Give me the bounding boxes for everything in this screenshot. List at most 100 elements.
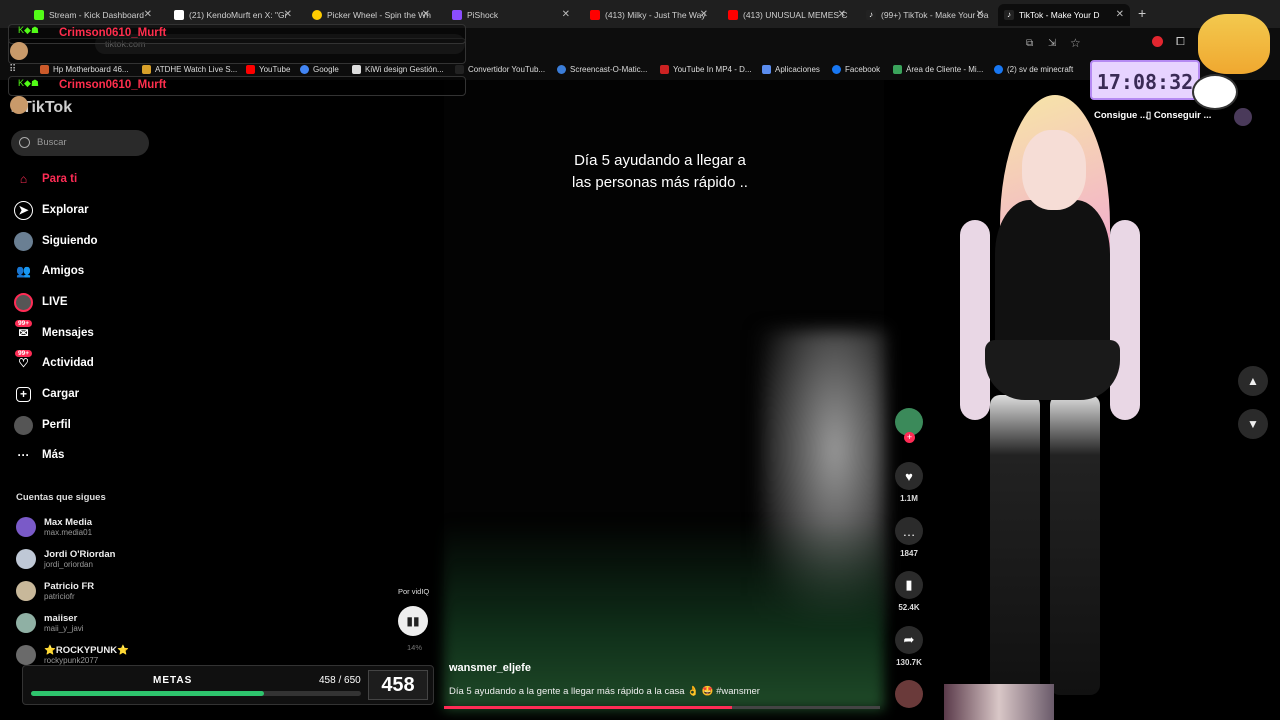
new-tab-icon[interactable]: +	[1138, 5, 1146, 21]
close-tab-icon[interactable]: ✕	[1116, 9, 1124, 20]
nav-mas[interactable]: ··· Más	[14, 444, 65, 466]
tab-youtube-milky[interactable]: (413) Milky - Just The Way ✕	[584, 4, 714, 26]
wheel-icon	[312, 10, 322, 20]
nav-label: Actividad	[42, 357, 94, 369]
nav-siguiendo[interactable]: Siguiendo	[14, 230, 98, 252]
tab-pishock[interactable]: PiShock ✕	[446, 4, 576, 26]
tab-label: (21) KendoMurft en X: "Gr	[189, 10, 288, 20]
nav-explorar[interactable]: ➤ Explorar	[14, 199, 89, 221]
bookmark-label: Facebook	[845, 65, 881, 74]
close-tab-icon[interactable]: ✕	[700, 9, 708, 20]
tab-label: TikTok - Make Your D	[1019, 10, 1100, 20]
account-name: ⭐ROCKYPUNK⭐	[44, 645, 129, 656]
avatar	[16, 517, 36, 537]
video-author[interactable]: wansmer_eljefe	[449, 662, 531, 674]
sound-avatar-button[interactable]	[895, 680, 923, 708]
comment-button[interactable]: … 1847	[895, 517, 923, 558]
close-tab-icon[interactable]: ✕	[422, 9, 430, 20]
video-description: Día 5 ayudando a la gente a llegar más r…	[449, 686, 760, 697]
bookmark-item[interactable]: Google	[300, 65, 339, 74]
nav-cargar[interactable]: + Cargar	[14, 383, 79, 405]
video-progress-bar[interactable]	[444, 706, 880, 709]
followed-account[interactable]: maiiser maii_y_javi	[16, 613, 84, 633]
x-icon	[174, 10, 184, 20]
nav-para-ti[interactable]: ⌂ Para ti	[14, 168, 77, 190]
like-button[interactable]: ♥ 1.1M	[895, 462, 923, 503]
search-icon	[19, 137, 30, 148]
nav-label: Cargar	[42, 388, 80, 400]
apps-grid-icon[interactable]: ⠿	[9, 64, 16, 75]
get-app-button[interactable]: ▯ Conseguir ...	[1146, 110, 1211, 121]
chevron-down-icon: ▼	[1247, 417, 1259, 431]
button-label: Conseguir ...	[1153, 110, 1212, 121]
tab-tiktok-99[interactable]: ♪ (99+) TikTok - Make Your Da ✕	[860, 4, 990, 26]
share-button[interactable]: ➦ 130.7K	[895, 626, 923, 667]
next-video-button[interactable]: ▼	[1238, 409, 1268, 439]
bookmark-label: Área de Cliente - Mi...	[906, 65, 984, 74]
close-tab-icon[interactable]: ✕	[838, 9, 846, 20]
nav-mensajes[interactable]: ✉ 99+ Mensajes	[14, 319, 94, 344]
followed-account[interactable]: Patricio FR patriciofr	[16, 581, 94, 601]
creator-avatar-button[interactable]: +	[895, 408, 923, 443]
user-avatar[interactable]	[1234, 108, 1252, 126]
following-icon	[14, 231, 33, 251]
nav-live[interactable]: LIVE	[14, 291, 68, 313]
tab-x-kendomurft[interactable]: (21) KendoMurft en X: "Gr ✕	[168, 4, 298, 26]
tab-picker-wheel[interactable]: Picker Wheel - Spin the Wh ✕	[306, 4, 436, 26]
bookmark-label: Aplicaciones	[775, 65, 820, 74]
account-name: Jordi O'Riordan	[44, 549, 116, 560]
install-icon[interactable]: ⇲	[1048, 38, 1056, 49]
bookmark-item[interactable]: Área de Cliente - Mi...	[893, 65, 983, 74]
more-icon: ···	[17, 448, 30, 462]
site-icon	[455, 65, 464, 74]
close-tab-icon[interactable]: ✕	[284, 9, 292, 20]
notification-badge: 99+	[15, 319, 33, 327]
vidiq-stats-button[interactable]: ▮▮	[398, 606, 428, 636]
extensions-puzzle-icon[interactable]: ⧠	[1176, 36, 1185, 49]
followed-account[interactable]: Max Media max.media01	[16, 517, 92, 537]
save-button[interactable]: ▮ 52.4K	[895, 571, 923, 612]
nav-amigos[interactable]: 👥 Amigos	[14, 260, 84, 282]
goal-progress-fill	[31, 691, 264, 696]
nav-perfil[interactable]: Perfil	[14, 414, 71, 436]
tab-tiktok-active[interactable]: ♪ TikTok - Make Your D ✕	[998, 4, 1130, 26]
goal-widget: METAS 458 / 650 458	[22, 665, 434, 705]
get-coins-button[interactable]: Consigue ...	[1094, 110, 1148, 121]
bookmark-item[interactable]: KiWi design Gestión...	[352, 65, 444, 74]
tab-youtube-memes[interactable]: (413) UNUSUAL MEMES C ✕	[722, 4, 852, 26]
bookmark-item[interactable]: Convertidor YouTub...	[455, 65, 545, 74]
follow-plus-icon[interactable]: +	[904, 432, 915, 443]
nav-actividad[interactable]: ♡ 99+ Actividad	[14, 349, 94, 374]
tab-label: Stream - Kick Dashboard	[49, 10, 144, 20]
bookmark-item[interactable]: (2) sv de minecraft	[994, 65, 1073, 74]
followed-account[interactable]: ⭐ROCKYPUNK⭐ rockypunk2077	[16, 645, 129, 665]
upload-icon: +	[16, 386, 31, 402]
bookmark-item[interactable]: YouTube	[246, 65, 290, 74]
vtuber-arm	[960, 220, 990, 420]
bookmark-item[interactable]: Facebook	[832, 65, 880, 74]
profile-icon	[14, 415, 33, 435]
bookmark-item[interactable]: Hp Motherboard 46...	[40, 65, 129, 74]
bookmark-icon: ▮	[895, 571, 923, 599]
extension-icon[interactable]	[1152, 36, 1163, 47]
search-input[interactable]: Buscar	[11, 130, 149, 156]
followed-account[interactable]: Jordi O'Riordan jordi_oriordan	[16, 549, 115, 569]
bookmark-item[interactable]: YouTube In MP4 - D...	[660, 65, 752, 74]
bookmark-item[interactable]: Aplicaciones	[762, 65, 820, 74]
close-tab-icon[interactable]: ✕	[562, 9, 570, 20]
close-tab-icon[interactable]: ✕	[144, 9, 152, 20]
username-text: Crimson0610_Murft	[59, 79, 167, 91]
tab-kick-dashboard[interactable]: Stream - Kick Dashboard ✕	[28, 4, 158, 26]
close-tab-icon[interactable]: ✕	[976, 9, 984, 20]
site-icon	[660, 65, 669, 74]
bookmark-label: ATDHE Watch Live S...	[155, 65, 238, 74]
youtube-icon	[590, 10, 600, 20]
comment-count: 1847	[900, 549, 918, 558]
previous-video-button[interactable]: ▲	[1238, 366, 1268, 396]
bookmark-item[interactable]: Screencast-O-Matic...	[557, 65, 647, 74]
vtuber-skirt	[985, 340, 1120, 400]
bookmark-star-icon[interactable]: ☆	[1070, 36, 1081, 50]
like-count: 1.1M	[900, 494, 918, 503]
translate-icon[interactable]: ⧉	[1026, 38, 1033, 49]
bookmark-item[interactable]: ATDHE Watch Live S...	[142, 65, 237, 74]
